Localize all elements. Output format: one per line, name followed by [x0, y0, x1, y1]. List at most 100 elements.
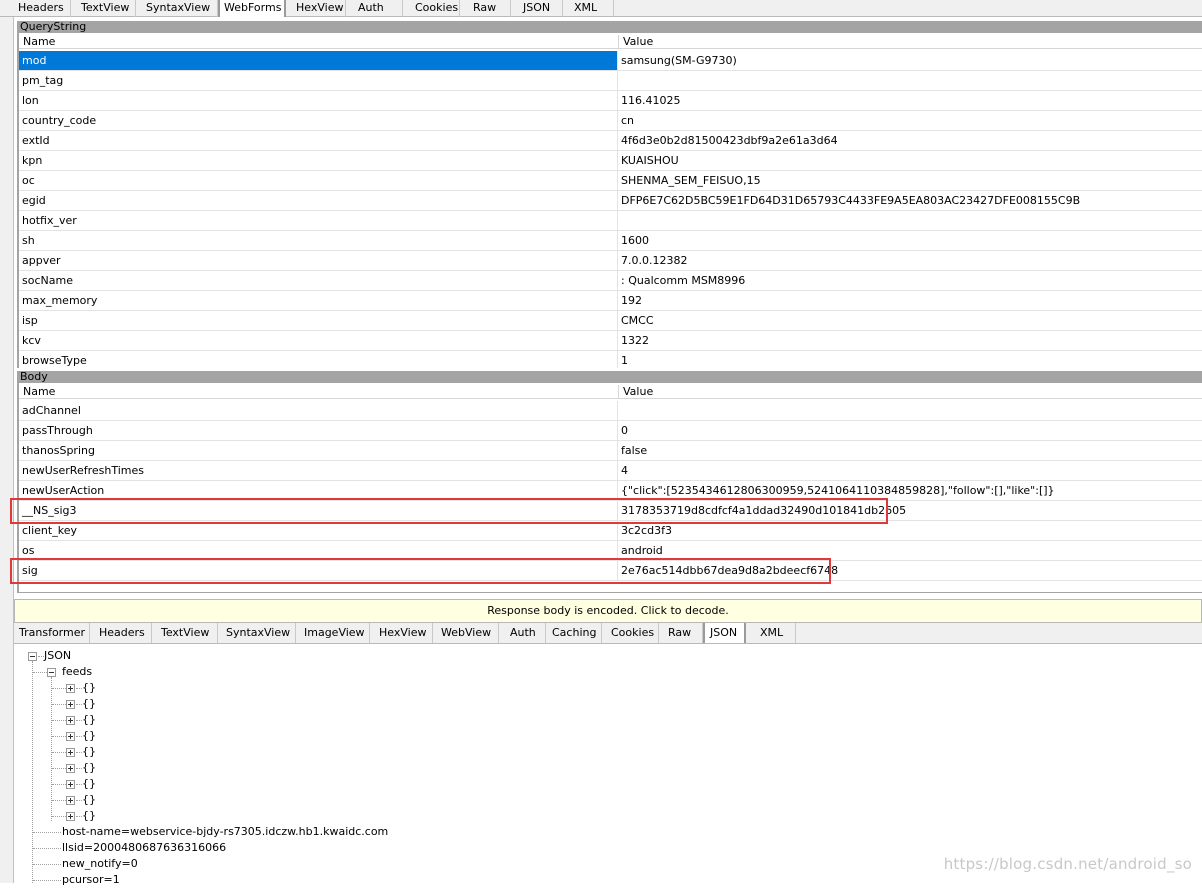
- tree-node-leaf[interactable]: llsid=2000480687636316066: [62, 840, 226, 856]
- querystring-row[interactable]: pm_tag: [19, 71, 1202, 91]
- tree-node-feed-item[interactable]: {}: [82, 760, 96, 776]
- querystring-row[interactable]: kcv 1322: [19, 331, 1202, 351]
- tree-node-leaf[interactable]: new_notify=0: [62, 856, 138, 872]
- tab-hexview[interactable]: HexView: [370, 623, 433, 643]
- expand-icon[interactable]: [66, 716, 75, 725]
- response-tab-strip: Transformer Headers TextView SyntaxView …: [14, 623, 1202, 644]
- highlight-ns-sig3: [10, 498, 888, 524]
- tree-node-feed-item[interactable]: {}: [82, 792, 96, 808]
- tab-textview[interactable]: TextView: [152, 623, 218, 643]
- body-row-name: newUserRefreshTimes: [19, 461, 618, 480]
- tree-node-leaf[interactable]: pcursor=1: [62, 872, 120, 888]
- tab-raw[interactable]: Raw: [659, 623, 703, 643]
- querystring-row[interactable]: mod samsung(SM-G9730): [19, 51, 1202, 71]
- tab-transformer[interactable]: Transformer: [14, 623, 90, 643]
- querystring-row[interactable]: kpn KUAISHOU: [19, 151, 1202, 171]
- tree-node-feed-item[interactable]: {}: [82, 776, 96, 792]
- tab-xml[interactable]: XML: [563, 0, 614, 17]
- tab-auth[interactable]: Auth: [346, 0, 403, 17]
- querystring-row-name: pm_tag: [19, 71, 618, 90]
- querystring-row[interactable]: socName: Qualcomm MSM8996: [19, 271, 1202, 291]
- body-row[interactable]: adChannel: [19, 401, 1202, 421]
- tab-caching[interactable]: Caching: [546, 623, 602, 643]
- tree-connector: [52, 688, 66, 689]
- body-row-value: 0: [621, 424, 628, 437]
- querystring-row[interactable]: hotfix_ver: [19, 211, 1202, 231]
- querystring-row-value: 4f6d3e0b2d81500423dbf9a2e61a3d64: [621, 134, 838, 147]
- json-tree: JSON feeds {}{}{}{}{}{}{}{}{} host-name=…: [14, 644, 1202, 886]
- querystring-row-name: oc: [19, 171, 618, 190]
- tree-node-feed-item[interactable]: {}: [82, 744, 96, 760]
- expand-icon[interactable]: [66, 700, 75, 709]
- tab-raw[interactable]: Raw: [460, 0, 511, 17]
- expand-icon[interactable]: [66, 780, 75, 789]
- querystring-row[interactable]: appver 7.0.0.12382: [19, 251, 1202, 271]
- expand-icon[interactable]: [66, 812, 75, 821]
- tab-json[interactable]: JSON: [511, 0, 563, 17]
- querystring-row[interactable]: lon 116.41025: [19, 91, 1202, 111]
- tab-auth[interactable]: Auth: [499, 623, 546, 643]
- querystring-row-name: kpn: [19, 151, 618, 170]
- tab-cookies[interactable]: Cookies: [403, 0, 460, 17]
- tree-node-leaf[interactable]: host-name=webservice-bjdy-rs7305.idczw.h…: [62, 824, 388, 840]
- expand-icon[interactable]: [66, 796, 75, 805]
- expand-icon[interactable]: [66, 764, 75, 773]
- body-row-name: thanosSpring: [19, 441, 618, 460]
- tree-node-feed-item[interactable]: {}: [82, 696, 96, 712]
- tree-node-feed-item[interactable]: {}: [82, 808, 96, 824]
- tab-headers[interactable]: Headers: [90, 623, 152, 643]
- tree-node-feed-item[interactable]: {}: [82, 728, 96, 744]
- expand-icon[interactable]: [66, 748, 75, 757]
- querystring-row[interactable]: extId 4f6d3e0b2d81500423dbf9a2e61a3d64: [19, 131, 1202, 151]
- tree-node-feed-item[interactable]: {}: [82, 680, 96, 696]
- querystring-column-header: Name Value: [19, 35, 1202, 49]
- querystring-row-value: KUAISHOU: [621, 154, 679, 167]
- tree-node-feed-item[interactable]: {}: [82, 712, 96, 728]
- tab-headers[interactable]: Headers: [0, 0, 71, 17]
- tab-webview[interactable]: WebView: [433, 623, 499, 643]
- querystring-row[interactable]: country_code cn: [19, 111, 1202, 131]
- querystring-row-value: 7.0.0.12382: [621, 254, 688, 267]
- querystring-row[interactable]: egid DFP6E7C62D5BC59E1FD64D31D65793C4433F…: [19, 191, 1202, 211]
- querystring-row-name: sh: [19, 231, 618, 250]
- column-value-header[interactable]: Value: [623, 385, 653, 399]
- body-row[interactable]: newUserRefreshTimes 4: [19, 461, 1202, 481]
- body-row[interactable]: passThrough 0: [19, 421, 1202, 441]
- expand-icon[interactable]: [66, 684, 75, 693]
- querystring-row[interactable]: sh 1600: [19, 231, 1202, 251]
- tree-connector: [52, 800, 66, 801]
- tree-connector: [52, 720, 66, 721]
- column-name-header[interactable]: Name: [23, 35, 55, 49]
- querystring-row[interactable]: max_memory 192: [19, 291, 1202, 311]
- tree-connector: [52, 784, 66, 785]
- querystring-row-name: mod: [19, 51, 618, 70]
- tree-connector: [52, 736, 66, 737]
- tab-webforms[interactable]: WebForms: [218, 0, 286, 17]
- tab-json[interactable]: JSON: [703, 623, 746, 643]
- tree-node-json-root[interactable]: JSON: [44, 648, 71, 664]
- querystring-row-name: isp: [19, 311, 618, 330]
- tree-node-feeds[interactable]: feeds: [62, 664, 92, 680]
- tab-cookies[interactable]: Cookies: [602, 623, 659, 643]
- tree-connector: [33, 672, 47, 673]
- querystring-row[interactable]: isp CMCC: [19, 311, 1202, 331]
- tree-connector: [52, 752, 66, 753]
- body-row[interactable]: client_key 3c2cd3f3: [19, 521, 1202, 541]
- tab-hexview[interactable]: HexView: [286, 0, 346, 17]
- tab-syntaxview[interactable]: SyntaxView: [218, 623, 296, 643]
- tab-xml[interactable]: XML: [746, 623, 796, 643]
- column-name-header[interactable]: Name: [23, 385, 55, 399]
- tab-imageview[interactable]: ImageView: [296, 623, 370, 643]
- collapse-icon[interactable]: [47, 668, 56, 677]
- expand-icon[interactable]: [66, 732, 75, 741]
- column-value-header[interactable]: Value: [623, 35, 653, 49]
- body-row[interactable]: thanosSpring false: [19, 441, 1202, 461]
- querystring-row[interactable]: oc SHENMA_SEM_FEISUO,15: [19, 171, 1202, 191]
- highlight-sig: [10, 558, 831, 584]
- querystring-row[interactable]: browseType 1: [19, 351, 1202, 368]
- querystring-row-value: [619, 71, 1202, 90]
- tab-textview[interactable]: TextView: [71, 0, 136, 17]
- tab-syntaxview[interactable]: SyntaxView: [136, 0, 218, 17]
- decode-notice-bar[interactable]: Response body is encoded. Click to decod…: [14, 599, 1202, 623]
- collapse-icon[interactable]: [28, 652, 37, 661]
